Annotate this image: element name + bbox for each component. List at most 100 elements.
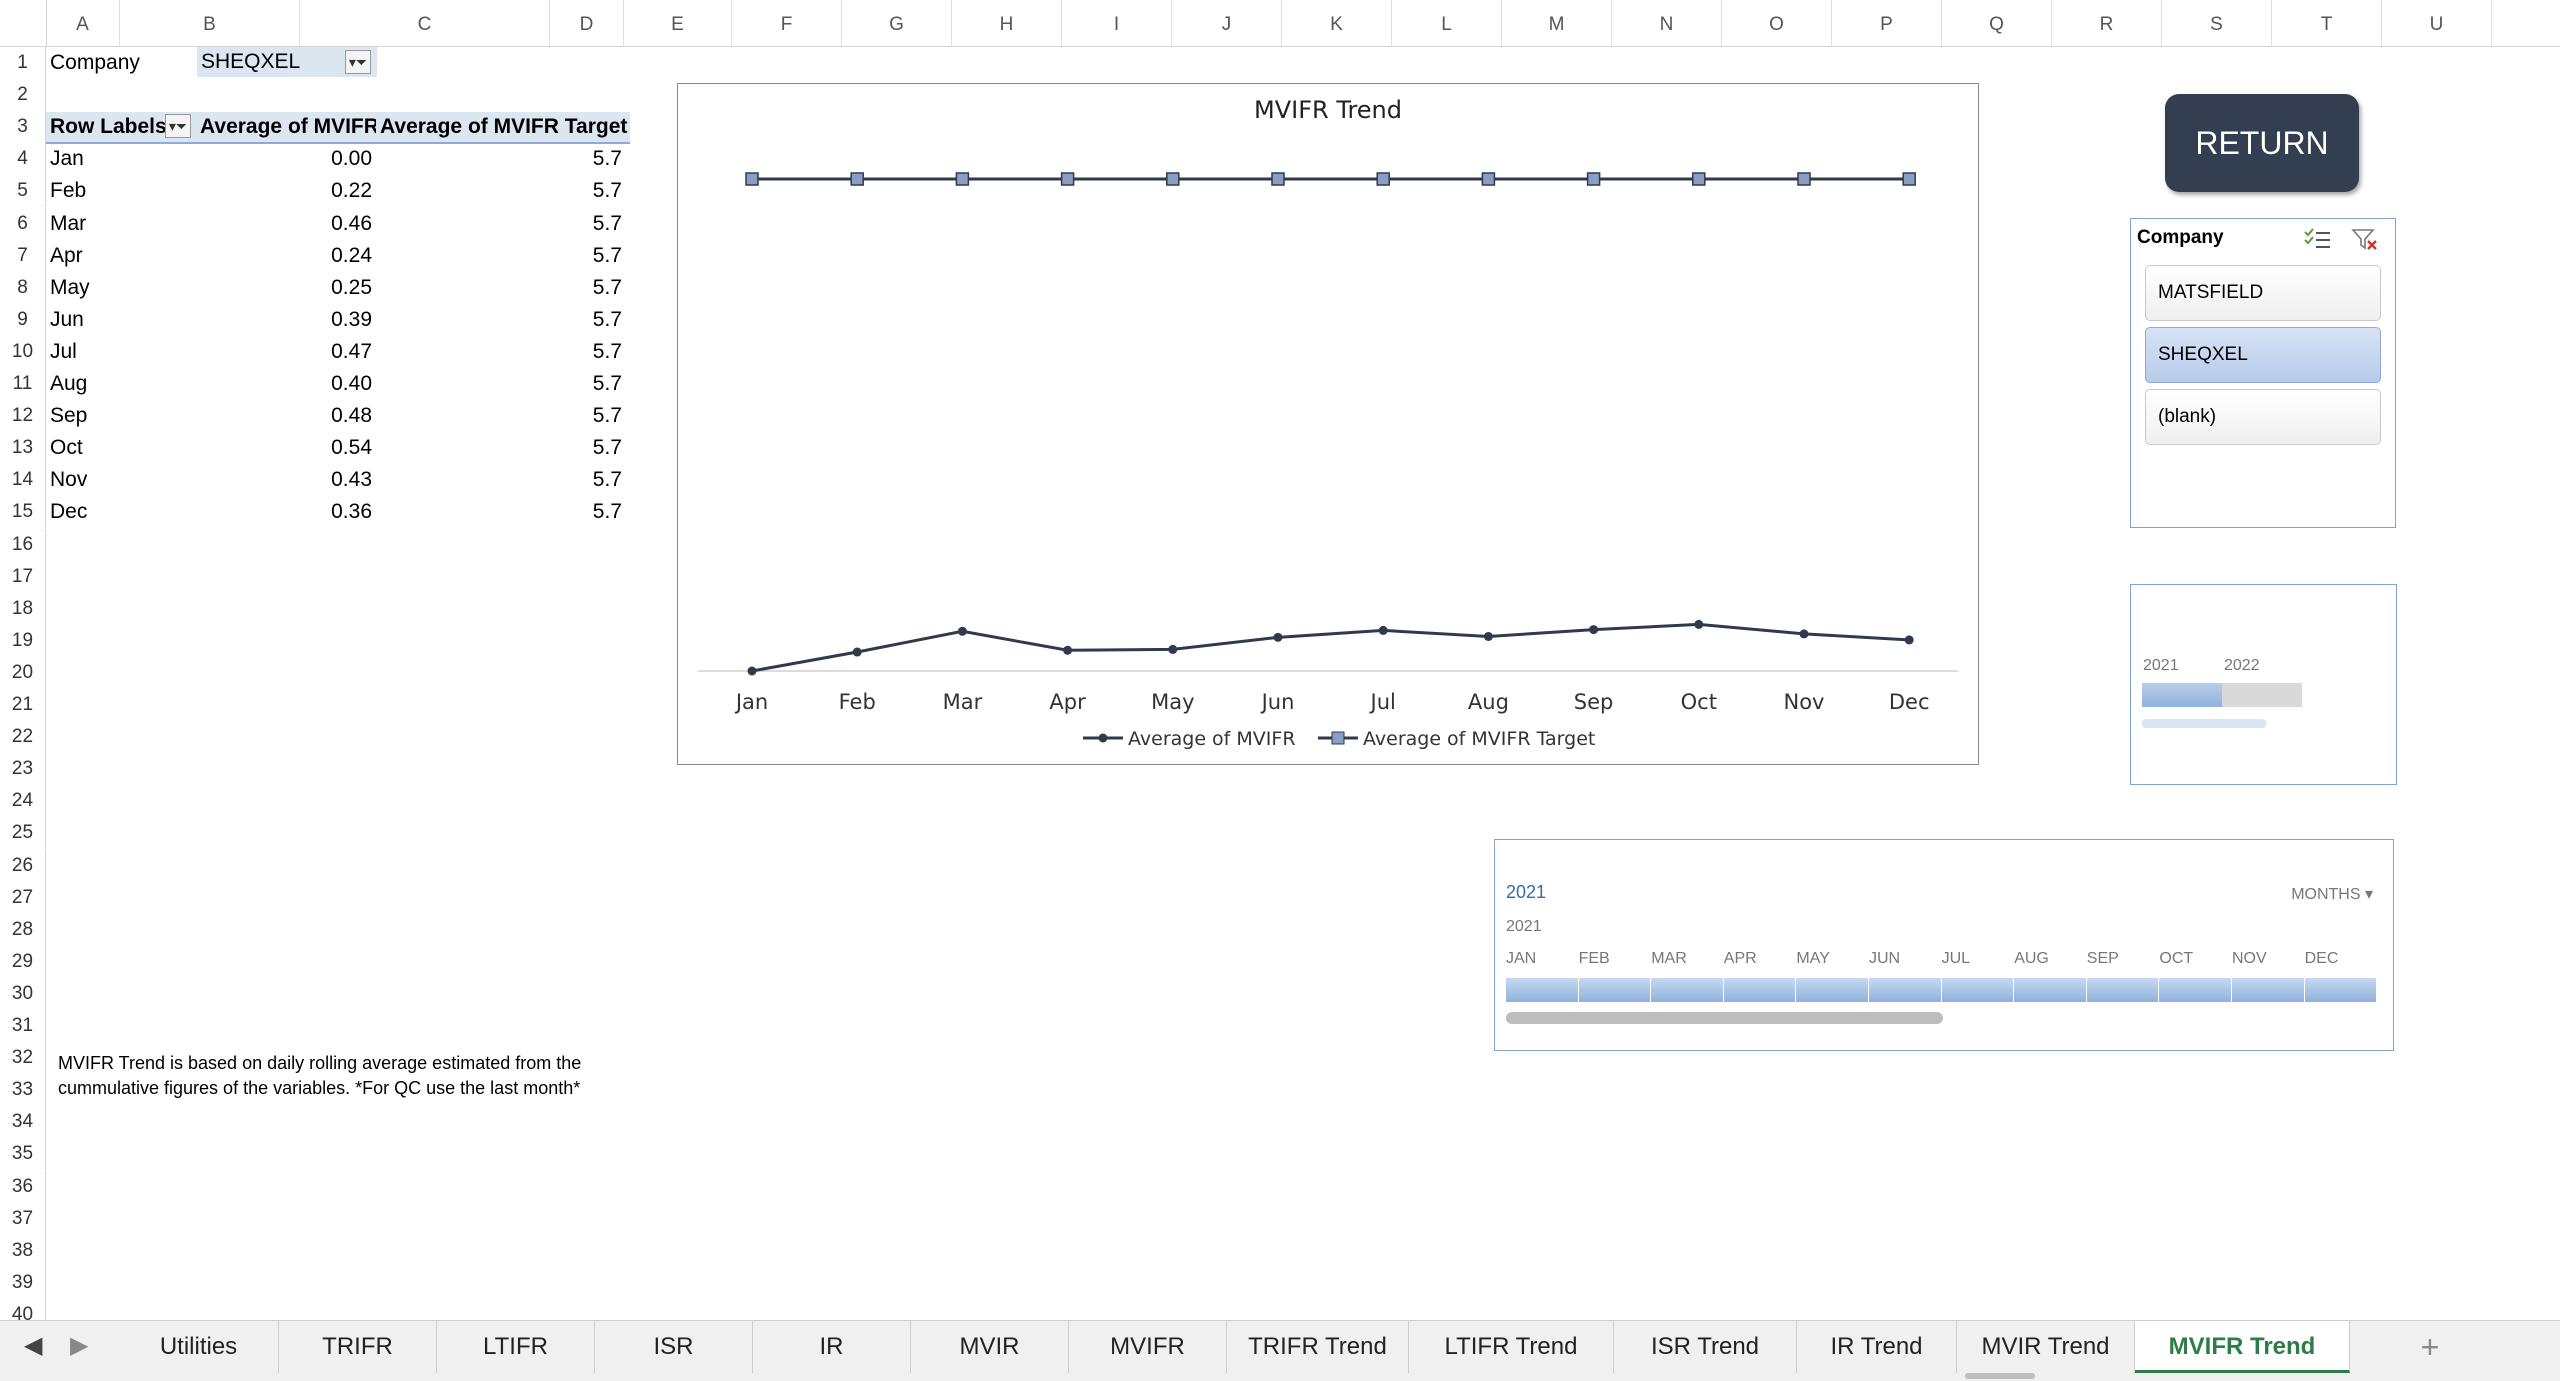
select-all-corner[interactable]	[0, 0, 47, 46]
sheet-tab-mvir[interactable]: MVIR	[911, 1321, 1069, 1373]
column-header-t[interactable]: T	[2272, 0, 2382, 46]
row-header-24[interactable]: 24	[0, 785, 46, 818]
row-labels-filter-icon[interactable]: ▾⏷	[165, 114, 191, 138]
row-header-13[interactable]: 13	[0, 432, 46, 465]
row-header-6[interactable]: 6	[0, 207, 46, 240]
filter-dropdown-icon[interactable]: ▾⏷	[345, 50, 371, 74]
timeline-month-bar[interactable]	[1796, 978, 1869, 1002]
row-header-27[interactable]: 27	[0, 881, 46, 914]
row-header-29[interactable]: 29	[0, 945, 46, 978]
row-header-14[interactable]: 14	[0, 464, 46, 497]
timeline-month-bar[interactable]	[2232, 978, 2305, 1002]
multi-select-icon[interactable]	[2303, 227, 2333, 251]
row-header-22[interactable]: 22	[0, 721, 46, 754]
slicer-item-blank[interactable]: (blank)	[2145, 389, 2381, 445]
row-header-12[interactable]: 12	[0, 400, 46, 433]
row-header-20[interactable]: 20	[0, 656, 46, 689]
row-header-11[interactable]: 11	[0, 368, 46, 401]
column-header-p[interactable]: P	[1832, 0, 1942, 46]
row-header-17[interactable]: 17	[0, 560, 46, 593]
row-header-8[interactable]: 8	[0, 271, 46, 304]
column-header-h[interactable]: H	[952, 0, 1062, 46]
column-header-q[interactable]: Q	[1942, 0, 2052, 46]
column-header-d[interactable]: D	[550, 0, 624, 46]
timeline-month-bar[interactable]	[2304, 978, 2378, 1002]
mvifr-trend-chart[interactable]: MVIFR Trend Jan Feb Mar Apr May Jun Jul Aug Sep Oc…	[677, 83, 1979, 765]
column-header-j[interactable]: J	[1172, 0, 1282, 46]
column-header-r[interactable]: R	[2052, 0, 2162, 46]
timeline-month-bar[interactable]	[2159, 978, 2232, 1002]
column-header-b[interactable]: B	[120, 0, 300, 46]
column-header-u[interactable]: U	[2382, 0, 2492, 46]
row-header-32[interactable]: 32	[0, 1042, 46, 1075]
row-header-39[interactable]: 39	[0, 1266, 46, 1299]
timeline-month-bar[interactable]	[1578, 978, 1652, 1002]
column-header-e[interactable]: E	[624, 0, 732, 46]
year-scrollbar[interactable]	[2142, 719, 2266, 728]
return-button[interactable]: RETURN	[2165, 94, 2359, 192]
sheet-tab-trifr-trend[interactable]: TRIFR Trend	[1227, 1321, 1409, 1373]
row-header-9[interactable]: 9	[0, 303, 46, 336]
row-header-38[interactable]: 38	[0, 1234, 46, 1267]
row-header-34[interactable]: 34	[0, 1106, 46, 1139]
column-header-m[interactable]: M	[1502, 0, 1612, 46]
sheet-tab-isr[interactable]: ISR	[595, 1321, 753, 1373]
row-header-30[interactable]: 30	[0, 977, 46, 1010]
year-timeline[interactable]: 2021 2022	[2130, 584, 2397, 785]
timeline-month-bar[interactable]	[1941, 978, 2015, 1002]
row-header-28[interactable]: 28	[0, 913, 46, 946]
sheet-tab-ltifr[interactable]: LTIFR	[437, 1321, 595, 1373]
clear-filter-icon[interactable]	[2351, 227, 2381, 253]
row-header-5[interactable]: 5	[0, 175, 46, 208]
sheet-tab-mvifr-trend[interactable]: MVIFR Trend	[2135, 1321, 2350, 1373]
row-header-2[interactable]: 2	[0, 79, 46, 112]
add-sheet-button[interactable]: +	[2405, 1321, 2455, 1373]
column-header-g[interactable]: G	[842, 0, 952, 46]
row-header-33[interactable]: 33	[0, 1074, 46, 1107]
column-header-l[interactable]: L	[1392, 0, 1502, 46]
next-sheet-icon[interactable]: ▶	[70, 1331, 88, 1360]
column-header-s[interactable]: S	[2162, 0, 2272, 46]
row-header-15[interactable]: 15	[0, 496, 46, 529]
slicer-item-sheqxel[interactable]: SHEQXEL	[2145, 327, 2381, 383]
row-header-36[interactable]: 36	[0, 1170, 46, 1203]
row-header-4[interactable]: 4	[0, 143, 46, 176]
timeline-month-bar[interactable]	[2014, 978, 2087, 1002]
year-bar-selected[interactable]	[2142, 683, 2222, 707]
slicer-item-matsfield[interactable]: MATSFIELD	[2145, 265, 2381, 321]
row-header-23[interactable]: 23	[0, 753, 46, 786]
row-header-31[interactable]: 31	[0, 1010, 46, 1043]
sheet-tab-mvir-trend[interactable]: MVIR Trend	[1957, 1321, 2135, 1373]
sheet-tab-mvifr[interactable]: MVIFR	[1069, 1321, 1227, 1373]
column-header-a[interactable]: A	[46, 0, 120, 46]
column-header-c[interactable]: C	[300, 0, 550, 46]
timeline-scrollbar[interactable]	[1506, 1012, 1943, 1024]
month-timeline[interactable]: 2021 MONTHS ▾ 2021 JAN FEB MAR APR MAY JUN JUL…	[1494, 839, 2394, 1051]
timeline-month-bar[interactable]	[1651, 978, 1724, 1002]
column-header-o[interactable]: O	[1722, 0, 1832, 46]
row-header-18[interactable]: 18	[0, 592, 46, 625]
row-header-1[interactable]: 1	[0, 47, 46, 80]
row-header-37[interactable]: 37	[0, 1202, 46, 1235]
sheet-tab-utilities[interactable]: Utilities	[119, 1321, 279, 1373]
sheet-tab-trifr[interactable]: TRIFR	[279, 1321, 437, 1373]
column-header-n[interactable]: N	[1612, 0, 1722, 46]
row-header-3[interactable]: 3	[0, 111, 46, 144]
sheet-tab-ir-trend[interactable]: IR Trend	[1797, 1321, 1957, 1373]
row-header-26[interactable]: 26	[0, 849, 46, 882]
row-header-21[interactable]: 21	[0, 689, 46, 722]
timeline-month-bar[interactable]	[1723, 978, 1797, 1002]
sheet-tab-isr-trend[interactable]: ISR Trend	[1614, 1321, 1797, 1373]
row-header-16[interactable]: 16	[0, 528, 46, 561]
row-header-25[interactable]: 25	[0, 817, 46, 850]
timeline-month-bar[interactable]	[1869, 978, 1942, 1002]
prev-sheet-icon[interactable]: ◀	[24, 1331, 42, 1360]
column-header-i[interactable]: I	[1062, 0, 1172, 46]
column-header-f[interactable]: F	[732, 0, 842, 46]
timeline-level-dropdown[interactable]: MONTHS ▾	[2291, 884, 2373, 904]
tab-scrollbar[interactable]	[1965, 1373, 2035, 1379]
timeline-month-bar[interactable]	[2086, 978, 2160, 1002]
column-header-k[interactable]: K	[1282, 0, 1392, 46]
row-header-19[interactable]: 19	[0, 624, 46, 657]
timeline-month-bar[interactable]	[1506, 978, 1579, 1002]
